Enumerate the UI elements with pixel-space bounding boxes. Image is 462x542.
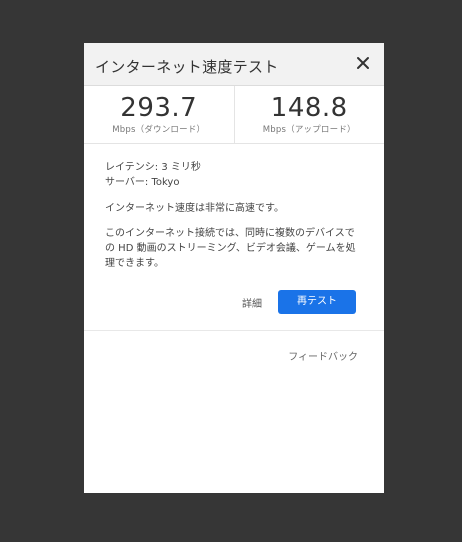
feedback-link[interactable]: フィードバック (288, 348, 358, 363)
upload-speed-unit: Mbps（アップロード） (262, 125, 356, 135)
server-text: サーバー: Tokyo (105, 177, 180, 188)
upload-speed-value: 148.8 (270, 93, 348, 123)
dialog-header: インターネット速度テスト (84, 43, 384, 86)
speed-test-dialog: インターネット速度テスト 293.7 Mbps（ダウンロード） 148.8 Mb… (84, 43, 384, 493)
verdict-text: インターネット速度は非常に高速です。 (105, 203, 284, 214)
dialog-title: インターネット速度テスト (95, 58, 279, 76)
divider (84, 330, 384, 331)
description-text: このインターネット接続では、同時に複数のデバイスでの HD 動画のストリーミング… (105, 228, 356, 269)
retest-button[interactable]: 再テスト (278, 290, 356, 314)
details-link[interactable]: 詳細 (242, 295, 262, 310)
action-row: 詳細 再テスト (84, 290, 384, 314)
upload-result: 148.8 Mbps（アップロード） (233, 86, 385, 143)
result-info: レイテンシ: 3 ミリ秒 サーバー: Tokyo インターネット速度は非常に高速… (84, 144, 384, 271)
download-result: 293.7 Mbps（ダウンロード） (84, 86, 234, 143)
close-icon[interactable] (354, 54, 372, 72)
download-speed-value: 293.7 (120, 93, 198, 123)
speed-results: 293.7 Mbps（ダウンロード） 148.8 Mbps（アップロード） (84, 86, 384, 144)
download-speed-unit: Mbps（ダウンロード） (112, 125, 206, 135)
latency-text: レイテンシ: 3 ミリ秒 (105, 162, 201, 173)
